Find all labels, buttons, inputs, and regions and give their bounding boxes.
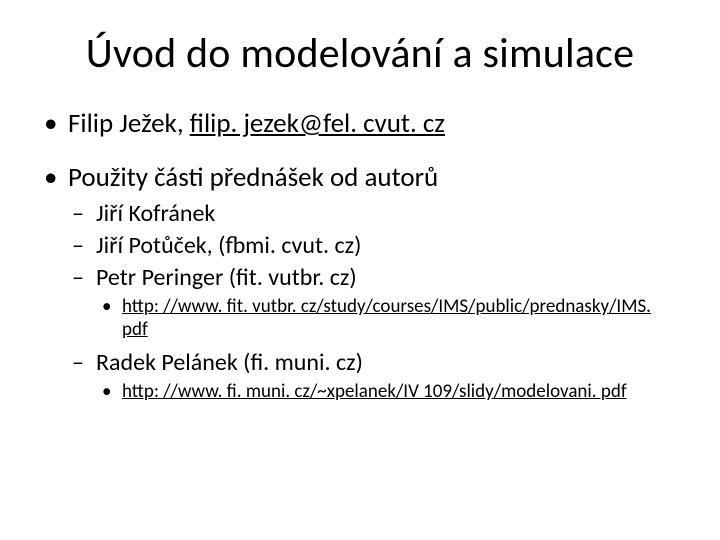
- credit-item-peringer: Petr Peringer (fit. vutbr. cz) http: //w…: [68, 263, 680, 343]
- credit-links-peringer: http: //www. fit. vutbr. cz/study/course…: [96, 295, 680, 343]
- credit-item-pelanek: Radek Pelánek (fi. muni. cz) http: //www…: [68, 348, 680, 404]
- credit-links-pelanek: http: //www. fi. muni. cz/~xpelanek/IV 1…: [96, 380, 680, 404]
- credit-item-potucek: Jiří Potůček, (fbmi. cvut. cz): [68, 231, 680, 261]
- credit-link-item: http: //www. fit. vutbr. cz/study/course…: [96, 295, 680, 343]
- credit-label: Radek Pelánek (fi. muni. cz): [96, 348, 363, 377]
- credit-link-peringer[interactable]: http: //www. fit. vutbr. cz/study/course…: [122, 295, 651, 342]
- author-name: Filip Ježek,: [68, 107, 190, 140]
- bullet-credits: Použity části přednášek od autorů Jiří K…: [40, 161, 680, 404]
- author-email-link[interactable]: filip. jezek@fel. cvut. cz: [190, 107, 445, 140]
- credit-link-item: http: //www. fi. muni. cz/~xpelanek/IV 1…: [96, 380, 680, 404]
- bullet-author: Filip Ježek, filip. jezek@fel. cvut. cz: [40, 107, 680, 141]
- credit-label: Petr Peringer (fit. vutbr. cz): [96, 263, 357, 292]
- credit-link-pelanek[interactable]: http: //www. fi. muni. cz/~xpelanek/IV 1…: [122, 380, 627, 403]
- bullet-list: Filip Ježek, filip. jezek@fel. cvut. cz …: [40, 107, 680, 404]
- slide: Úvod do modelování a simulace Filip Ježe…: [0, 0, 720, 540]
- credits-list: Jiří Kofránek Jiří Potůček, (fbmi. cvut.…: [68, 199, 680, 404]
- credits-heading: Použity části přednášek od autorů: [68, 161, 438, 194]
- slide-title: Úvod do modelování a simulace: [40, 28, 680, 79]
- credit-item-kofranek: Jiří Kofránek: [68, 199, 680, 229]
